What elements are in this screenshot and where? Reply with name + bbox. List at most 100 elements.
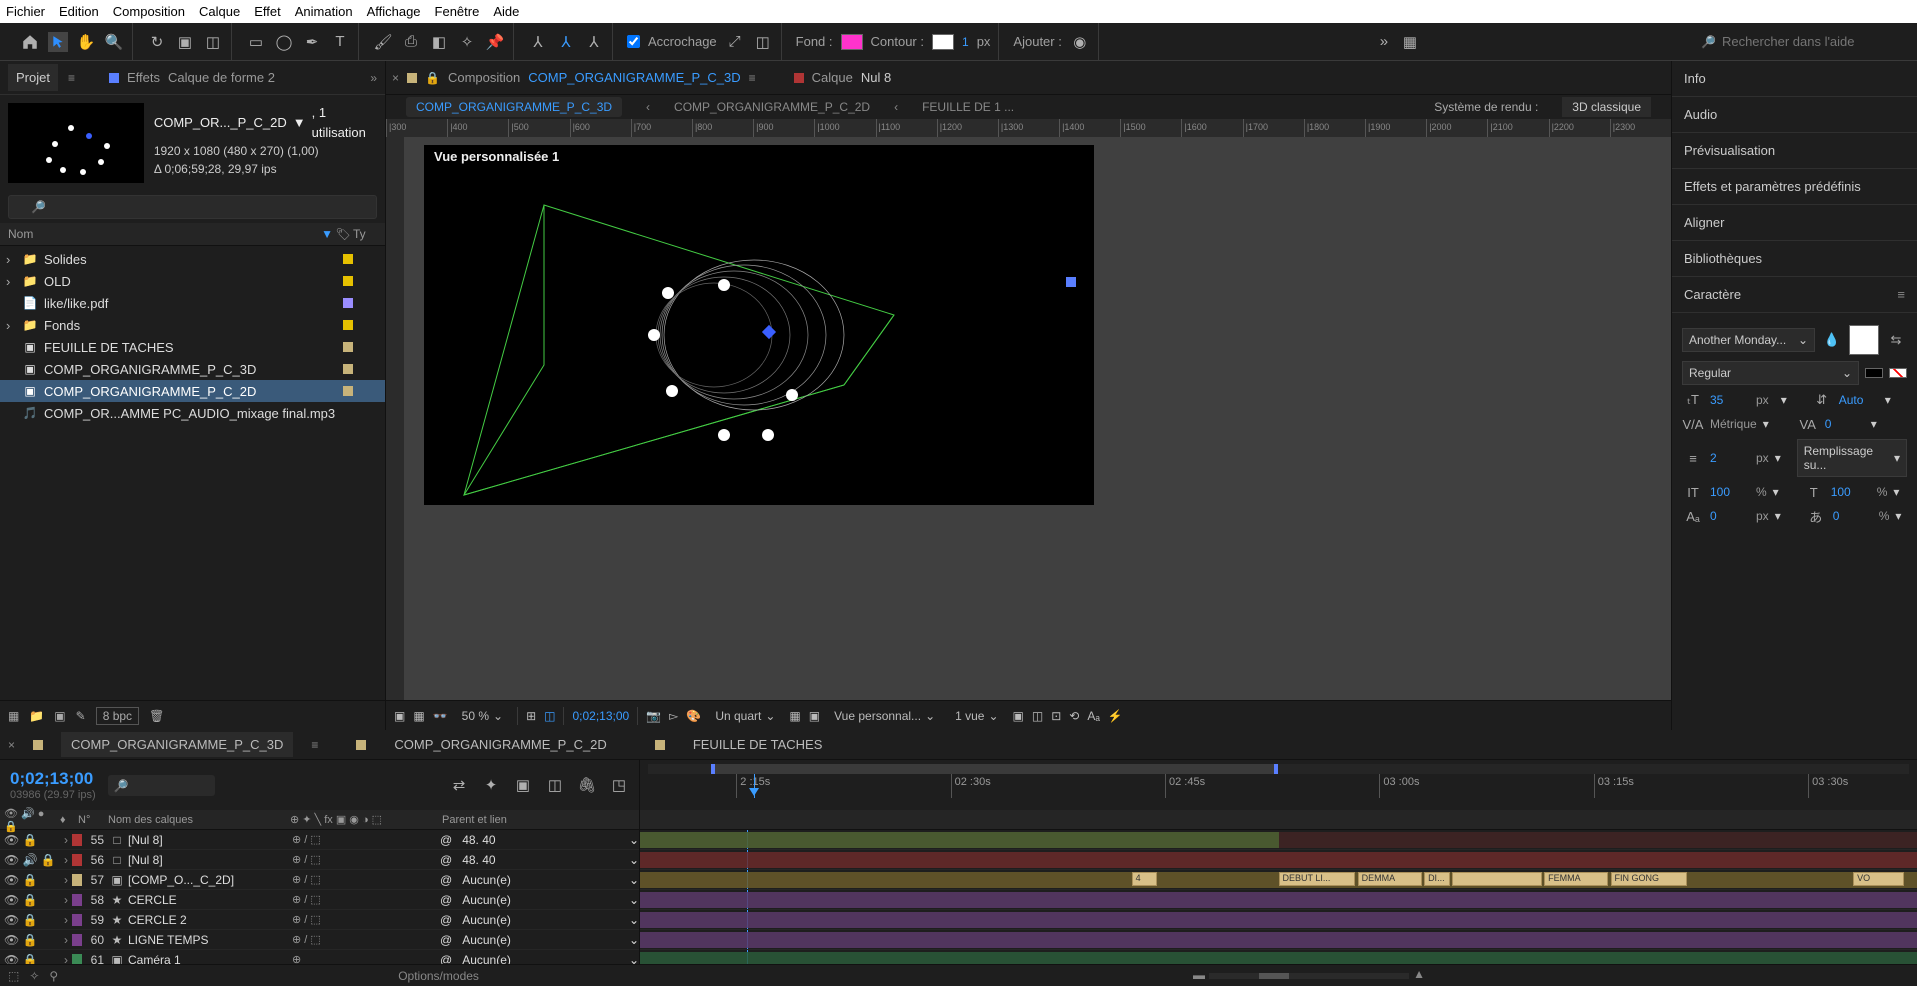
workspace-icon[interactable]: ▦ [1400, 32, 1420, 52]
tl-opt2-icon[interactable]: ✦ [481, 775, 501, 795]
proj-settings-icon[interactable]: ✎ [76, 709, 86, 723]
viewer-time[interactable]: 0;02;13;00 [572, 709, 629, 723]
track[interactable] [640, 890, 1917, 910]
menu-effect[interactable]: Effet [254, 4, 281, 19]
tl-opt4-icon[interactable]: ◫ [545, 775, 565, 795]
vscale-value[interactable]: 100 [1710, 485, 1750, 499]
stroke-width-value[interactable]: 2 [1710, 451, 1750, 465]
help-search-input[interactable] [1722, 34, 1899, 49]
vf5-icon[interactable]: Aₐ [1087, 709, 1099, 723]
layer-row[interactable]: 👁 🔒›58★CERCLE⊕ / ⬚@Aucun(e)⌄ [0, 890, 639, 910]
new-comp-icon[interactable]: ▣ [54, 709, 65, 723]
tl-tab-menu-icon[interactable]: ≡ [311, 738, 318, 752]
layer-row[interactable]: 👁 🔒›60★LIGNE TEMPS⊕ / ⬚@Aucun(e)⌄ [0, 930, 639, 950]
selection-tool-icon[interactable] [48, 32, 68, 52]
marker[interactable]: DI... [1424, 872, 1450, 886]
sort-icon[interactable]: ▼ [321, 227, 333, 241]
layer-tracks[interactable]: 4DEBUT LI...DEMMADI...FEMMAFIN GONGVO [640, 830, 1917, 964]
axis-view-icon[interactable]: ⅄ [584, 32, 604, 52]
close-tl-tab-icon[interactable]: × [8, 738, 15, 752]
track[interactable] [640, 930, 1917, 950]
vf4-icon[interactable]: ⟲ [1069, 709, 1079, 723]
vf3-icon[interactable]: ⊡ [1051, 709, 1061, 723]
timeline-current-time[interactable]: 0;02;13;00 [10, 769, 96, 789]
baseline-value[interactable]: 0 [1710, 509, 1750, 523]
canvas-wrapper[interactable]: Vue personnalisée 1 [404, 137, 1671, 700]
menu-edit[interactable]: Edition [59, 4, 99, 19]
timeline-zoom-slider[interactable]: ▬ ▲ [1209, 973, 1409, 979]
tl-foot3-icon[interactable]: ⚲ [49, 969, 58, 983]
snap-opt2-icon[interactable]: ◫ [753, 32, 773, 52]
color-mgmt-icon[interactable]: 🎨 [686, 709, 701, 723]
axis-world-icon[interactable]: ⅄ [556, 32, 576, 52]
font-style-select[interactable]: Regular⌄ [1682, 361, 1859, 385]
fill-swatch[interactable] [841, 34, 863, 50]
menu-layer[interactable]: Calque [199, 4, 240, 19]
hscale-value[interactable]: 100 [1831, 485, 1871, 499]
swap-colors-icon[interactable]: ⇆ [1885, 331, 1907, 349]
menu-animation[interactable]: Animation [295, 4, 353, 19]
text-tool-icon[interactable]: T [330, 32, 350, 52]
stroke-swatch[interactable] [932, 34, 954, 50]
resolution-dropdown[interactable]: Un quart ⌄ [709, 707, 781, 725]
font-size-value[interactable]: 35 [1710, 393, 1750, 407]
project-item[interactable]: ›📁OLD [0, 270, 385, 292]
rect-tool-icon[interactable]: ▭ [246, 32, 266, 52]
project-item[interactable]: ▣FEUILLE DE TACHES [0, 336, 385, 358]
lock-icon[interactable]: 🔒 [425, 71, 440, 85]
panel-audio[interactable]: Audio [1672, 97, 1917, 133]
layer-handle[interactable] [1066, 277, 1076, 287]
options-modes[interactable]: Options/modes [398, 969, 479, 983]
tsume-value[interactable]: 0 [1833, 509, 1873, 523]
pan-behind-tool-icon[interactable]: ◫ [203, 32, 223, 52]
chevron-down-icon[interactable]: ▼ [293, 113, 306, 133]
layer-row[interactable]: 👁 🔒›57▣[COMP_O..._C_2D]⊕ / ⬚@Aucun(e)⌄ [0, 870, 639, 890]
tl-opt6-icon[interactable]: ◳ [609, 775, 629, 795]
stamp-tool-icon[interactable]: ⎙ [401, 32, 421, 52]
col-parent[interactable]: Parent et lien [436, 814, 639, 826]
tl-foot2-icon[interactable]: ✧ [29, 969, 39, 983]
marker[interactable]: VO [1853, 872, 1904, 886]
project-item[interactable]: 📄like/like.pdf [0, 292, 385, 314]
fast-preview-icon[interactable]: ▦ [789, 709, 800, 723]
comp-name[interactable]: COMP_ORGANIGRAMME_P_C_3D [528, 70, 740, 85]
menu-composition[interactable]: Composition [113, 4, 185, 19]
resolution-icon[interactable]: ⊞ [526, 709, 536, 723]
subtab-1[interactable]: COMP_ORGANIGRAMME_P_C_2D [674, 100, 870, 114]
leading-value[interactable]: Auto [1839, 393, 1879, 407]
project-item[interactable]: ▣COMP_ORGANIGRAMME_P_C_2D [0, 380, 385, 402]
text-no-stroke[interactable] [1889, 368, 1907, 378]
col-type[interactable]: Ty [353, 227, 377, 241]
layer-row[interactable]: 👁 🔒›61▣Caméra 1⊕ @Aucun(e)⌄ [0, 950, 639, 964]
project-item[interactable]: ›📁Fonds [0, 314, 385, 336]
col-name[interactable]: Nom [8, 227, 321, 241]
render-value[interactable]: 3D classique [1562, 97, 1651, 117]
eyedropper-icon[interactable]: 💧 [1821, 331, 1843, 349]
roi-icon[interactable]: ◫ [544, 709, 555, 723]
stroke-width[interactable]: 1 [962, 35, 969, 49]
add-dropdown-icon[interactable]: ◉ [1070, 32, 1090, 52]
track[interactable] [640, 830, 1917, 850]
timeline-search[interactable]: 🔎 [108, 775, 215, 796]
orbit-tool-icon[interactable]: ↻ [147, 32, 167, 52]
layer-row[interactable]: 👁 🔒›59★CERCLE 2⊕ / ⬚@Aucun(e)⌄ [0, 910, 639, 930]
tl-opt1-icon[interactable]: ⇄ [449, 775, 469, 795]
menu-help[interactable]: Aide [493, 4, 519, 19]
work-area-bar[interactable] [648, 764, 1909, 774]
eraser-tool-icon[interactable]: ◧ [429, 32, 449, 52]
col-label[interactable]: 🏷 [333, 227, 353, 241]
zoom-tool-icon[interactable]: 🔍 [104, 32, 124, 52]
vf1-icon[interactable]: ▣ [1013, 709, 1024, 723]
pen-tool-icon[interactable]: ✒ [302, 32, 322, 52]
panel-character-header[interactable]: Caractère ≡ [1672, 277, 1917, 313]
track[interactable]: 4DEBUT LI...DEMMADI...FEMMAFIN GONGVO [640, 870, 1917, 890]
marker[interactable] [1452, 872, 1541, 886]
character-menu-icon[interactable]: ≡ [1897, 287, 1905, 302]
pin-tool-icon[interactable]: 📌 [485, 32, 505, 52]
subtab-0[interactable]: COMP_ORGANIGRAMME_P_C_3D [406, 97, 622, 117]
text-stroke-black[interactable] [1865, 368, 1883, 378]
menu-view[interactable]: Affichage [367, 4, 421, 19]
snap-checkbox[interactable] [627, 35, 640, 48]
home-icon[interactable] [20, 32, 40, 52]
panel-info[interactable]: Info [1672, 61, 1917, 97]
